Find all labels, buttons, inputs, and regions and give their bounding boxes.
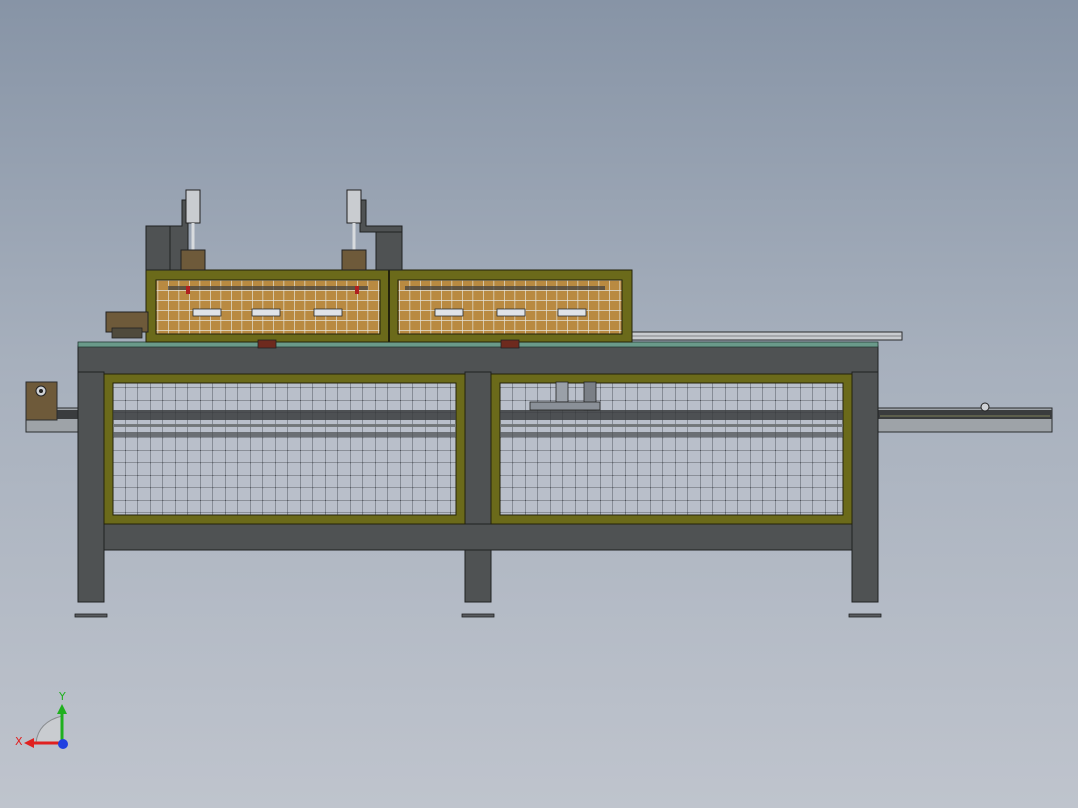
- left-conveyor: [25, 381, 81, 433]
- machine-model-view[interactable]: Y X: [0, 0, 1078, 808]
- left-bracket: [145, 189, 206, 271]
- upper-enclosure: [145, 269, 633, 343]
- top-slide-rail: [631, 331, 903, 341]
- right-conveyor: [875, 402, 1053, 433]
- stop-block-right: [500, 339, 520, 349]
- graphics-viewport[interactable]: Y X: [0, 0, 1078, 808]
- roller-assembly: [105, 311, 149, 339]
- triad-plane-icon: [35, 715, 63, 744]
- right-bracket: [341, 189, 403, 271]
- stop-block-left: [257, 339, 277, 349]
- y-axis-label: Y: [58, 690, 66, 703]
- x-axis-label: X: [15, 735, 23, 748]
- lower-guard-right: [490, 373, 853, 525]
- lower-guard-left: [103, 373, 466, 525]
- coordinate-triad[interactable]: Y X: [15, 690, 68, 749]
- z-axis-dot: [58, 739, 68, 749]
